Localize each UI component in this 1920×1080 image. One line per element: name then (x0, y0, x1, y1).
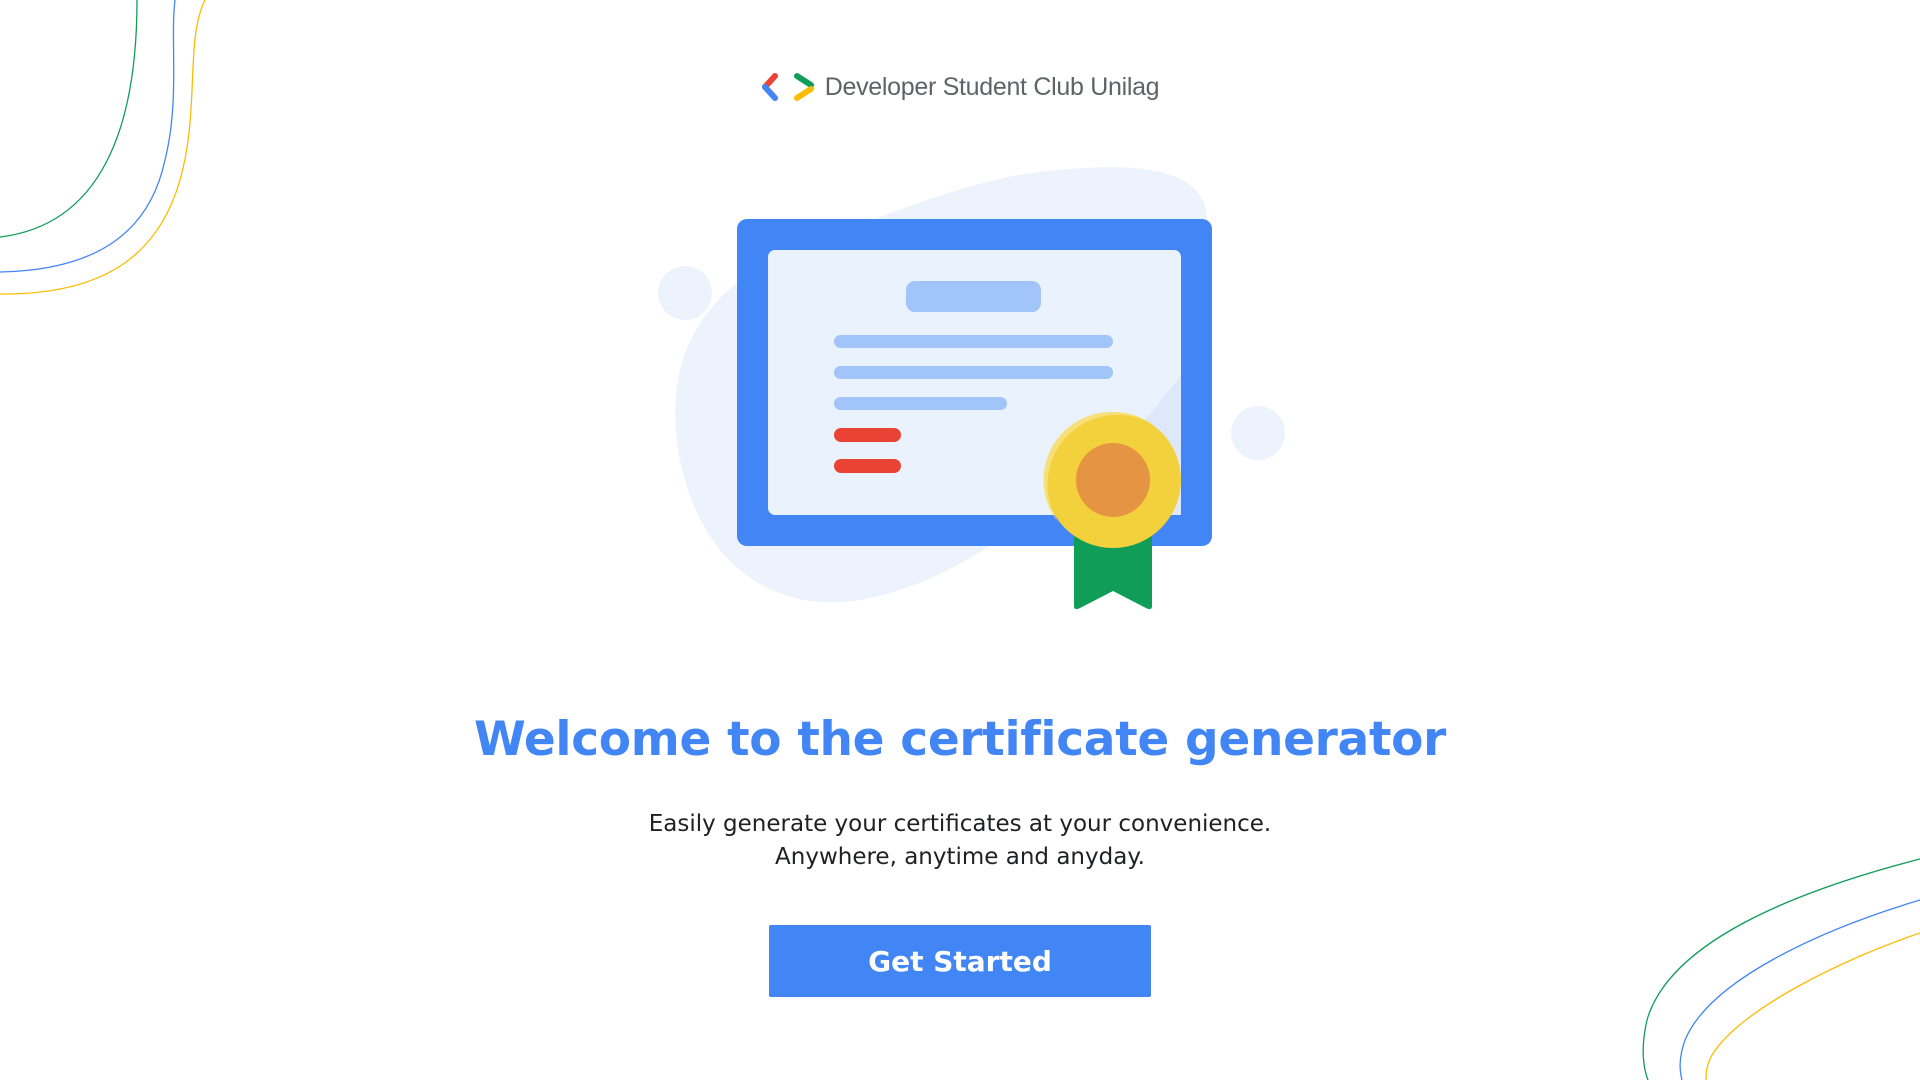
brand-name: Developer Student Club Unilag (824, 72, 1160, 101)
brand-header: Developer Student Club Unilag (0, 72, 1920, 102)
gdsc-brackets-icon (761, 73, 814, 101)
page-title: Welcome to the certificate generator (473, 712, 1447, 767)
decorative-curves-bottom-right (1642, 858, 1920, 1080)
decorative-curves-top-left (0, 0, 206, 295)
description-line-1: Easily generate your certificates at you… (648, 811, 1272, 837)
description-line-2: Anywhere, anytime and anyday. (775, 844, 1145, 870)
welcome-page: Developer Student Club Unilag Welcome to… (0, 0, 1920, 1080)
page-description: Easily generate your certificates at you… (0, 808, 1920, 874)
certificate-with-ribbon-icon (658, 167, 1285, 610)
get-started-button[interactable]: Get Started (769, 925, 1151, 997)
